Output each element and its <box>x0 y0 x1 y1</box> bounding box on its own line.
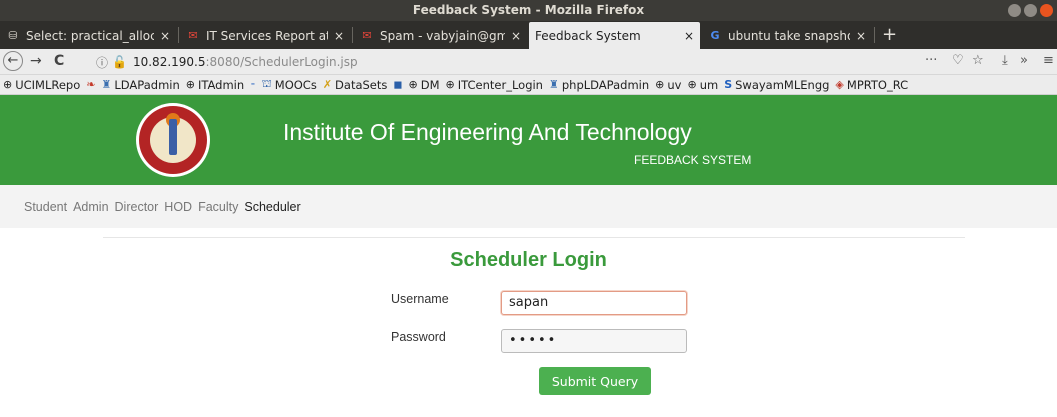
navigation-bar: ← → C ⓘ 🔓 10.82.190.5:8080/SchedulerLogi… <box>0 49 1057 75</box>
dataset-icon: ✗ <box>322 78 333 91</box>
institute-logo <box>136 103 210 177</box>
info-icon[interactable]: ⓘ <box>96 54 108 71</box>
page-actions-button[interactable]: ··· <box>925 53 937 68</box>
menu-item-hod[interactable]: HOD <box>164 200 192 214</box>
site-title: Institute Of Engineering And Technology <box>283 119 692 145</box>
menu-item-faculty[interactable]: Faculty <box>198 200 238 214</box>
menu-item-director[interactable]: Director <box>115 200 159 214</box>
menu-item-admin[interactable]: Admin <box>73 200 108 214</box>
downloads-icon[interactable]: ⤓ <box>1002 53 1008 68</box>
bookmark-dm[interactable]: ⊕ DM <box>409 78 440 92</box>
bookmark-um[interactable]: ⊕ um <box>687 78 718 92</box>
insecure-lock-icon[interactable]: 🔓 <box>112 55 127 69</box>
google-icon: G <box>710 28 720 42</box>
gmail-icon: ✉ <box>188 28 198 42</box>
hamburger-menu-icon[interactable]: ≡ <box>1043 53 1054 68</box>
ldap-icon: ♜ <box>548 78 559 91</box>
tab-feedback-system[interactable]: Feedback System × <box>529 22 700 49</box>
tab-label: Feedback System <box>535 28 641 43</box>
globe-icon: ⊕ <box>3 78 13 91</box>
bookmark-phpldapadmin[interactable]: ♜ phpLDAPadmin <box>549 78 649 92</box>
globe-icon: ⊕ <box>687 78 697 91</box>
ldap-icon: ♜ <box>101 78 112 91</box>
minimize-button[interactable] <box>1008 4 1021 17</box>
bookmark-star-icon[interactable]: ☆ <box>972 53 984 68</box>
window-title: Feedback System - Mozilla Firefox <box>412 3 645 17</box>
db-icon: ⛁ <box>8 28 18 42</box>
tab-label: Select: practical_allocat <box>26 28 154 43</box>
bookmark-uv[interactable]: ⊕ uv <box>655 78 681 92</box>
maximize-button[interactable] <box>1024 4 1037 17</box>
close-window-button[interactable] <box>1040 4 1053 17</box>
mooc-icon: ⛫ <box>261 77 272 90</box>
leaf-icon: ❧ <box>86 78 96 91</box>
username-input[interactable]: sapan <box>501 291 687 315</box>
tab-spam[interactable]: ✉ Spam - vabyjain@gmail.c × <box>354 22 527 49</box>
url-host: 10.82.190.5 <box>132 55 206 69</box>
close-tab-icon[interactable]: × <box>511 29 521 43</box>
reload-button[interactable]: C <box>54 53 64 69</box>
username-label: Username <box>391 292 449 306</box>
bookmark-swayammlengg[interactable]: S SwayamMLEngg <box>724 78 829 92</box>
globe-icon: ⊕ <box>408 78 418 91</box>
bookmark-itcenter-login[interactable]: ⊕ ITCenter_Login <box>446 78 543 92</box>
bookmark-itadmin[interactable]: ⊕ ITAdmin <box>186 78 244 92</box>
bookmark-ucimlrepo[interactable]: ⊕ UCIMLRepo <box>3 78 80 92</box>
globe-icon: ⊕ <box>185 78 195 91</box>
password-label: Password <box>391 330 446 344</box>
password-input[interactable]: ••••• <box>501 329 687 353</box>
tab-label: Spam - vabyjain@gmail.c <box>380 28 505 43</box>
tab-label: IT Services Report at IET <box>206 28 328 43</box>
tab-select-practical[interactable]: ⛁ Select: practical_allocat × <box>0 22 176 49</box>
pocket-icon[interactable]: ♡ <box>952 53 964 68</box>
tab-ubuntu-snapshot[interactable]: G ubuntu take snapshot - C × <box>702 22 872 49</box>
gmail-icon: ✉ <box>362 28 372 42</box>
submit-query-button[interactable]: Submit Query <box>539 367 651 395</box>
bookmark-moocs[interactable]: ⛫ MOOCs <box>262 77 317 92</box>
url-path: :8080/SchedulerLogin.jsp <box>205 55 358 69</box>
bookmark-ldapadmin[interactable]: ♜ LDAPadmin <box>102 78 180 92</box>
back-button[interactable]: ← <box>3 51 23 71</box>
diamond-icon: ◈ <box>835 78 844 91</box>
bookmark-leaf[interactable]: ❧ <box>86 78 95 91</box>
menu-item-student[interactable]: Student <box>24 200 67 214</box>
globe-icon: ⊕ <box>655 78 665 91</box>
main-menu: Student Admin Director HOD Faculty Sched… <box>0 185 1057 228</box>
dash-icon: ⁃ <box>250 78 256 91</box>
site-subtitle: FEEDBACK SYSTEM <box>634 153 752 167</box>
tab-it-services[interactable]: ✉ IT Services Report at IET × <box>180 22 350 49</box>
bookmark-dash[interactable]: ⁃ <box>250 78 256 91</box>
url-bar[interactable]: ⓘ 🔓 10.82.190.5:8080/SchedulerLogin.jsp <box>96 52 946 72</box>
new-tab-button[interactable]: + <box>882 24 897 45</box>
bookmark-square[interactable]: ◼ <box>393 78 402 91</box>
forward-button[interactable]: → <box>30 53 42 69</box>
window-titlebar: Feedback System - Mozilla Firefox <box>0 0 1057 21</box>
close-tab-icon[interactable]: × <box>160 29 170 43</box>
tab-strip: ⛁ Select: practical_allocat × ✉ IT Servi… <box>0 21 1057 49</box>
overflow-menu-icon[interactable]: » <box>1020 53 1028 68</box>
login-title: Scheduler Login <box>450 249 607 271</box>
close-tab-icon[interactable]: × <box>856 29 866 43</box>
close-tab-icon[interactable]: × <box>684 29 694 43</box>
square-icon: ◼ <box>393 78 403 91</box>
bookmark-mprto-rc[interactable]: ◈ MPRTO_RC <box>835 78 908 92</box>
menu-item-scheduler[interactable]: Scheduler <box>244 200 300 214</box>
globe-icon: ⊕ <box>445 78 455 91</box>
divider <box>103 237 965 238</box>
s-icon: S <box>724 78 733 91</box>
bookmarks-toolbar: ⊕ UCIMLRepo ❧ ♜ LDAPadmin ⊕ ITAdmin ⁃ ⛫ MOOC… <box>0 75 1057 95</box>
bookmark-datasets[interactable]: ✗ DataSets <box>323 78 388 92</box>
close-tab-icon[interactable]: × <box>334 29 344 43</box>
tab-label: ubuntu take snapshot - C <box>728 28 850 43</box>
window-controls <box>1008 4 1053 17</box>
